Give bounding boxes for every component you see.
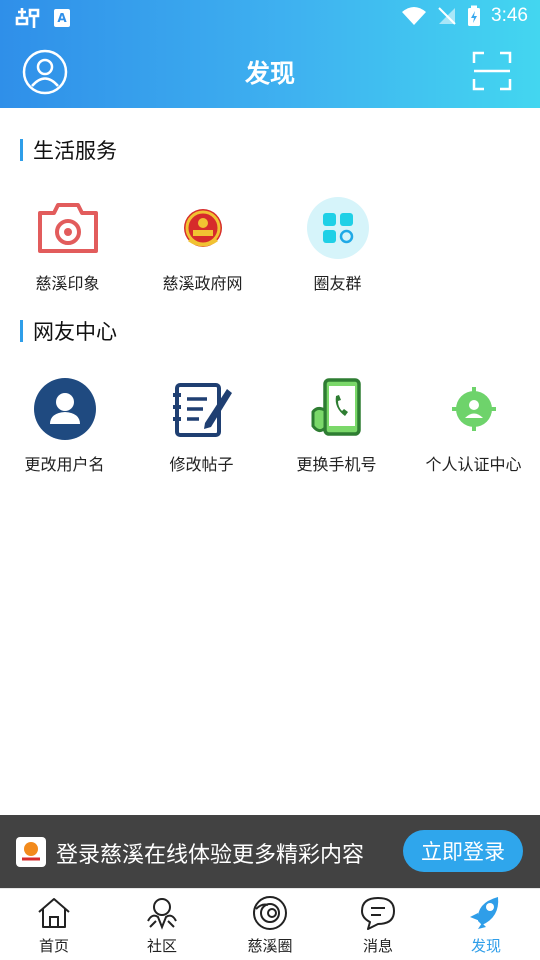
scan-button[interactable] — [472, 51, 512, 91]
circle-icon — [253, 896, 287, 930]
top-header: A 3:46 发现 — [0, 0, 540, 108]
battery-icon — [468, 5, 481, 26]
grid-item-friend-group[interactable]: 圈友群 — [270, 196, 405, 296]
tab-label: 慈溪圈 — [247, 937, 293, 955]
group-grid-icon — [306, 196, 370, 260]
camera-icon — [36, 196, 100, 260]
verify-user-icon — [442, 377, 506, 441]
grid-item-cixi-gov[interactable]: 慈溪政府网 — [135, 196, 270, 296]
tab-messages[interactable]: 消息 — [324, 889, 432, 960]
text-app-icon: A — [54, 9, 70, 27]
grid-item-edit-post[interactable]: 修改帖子 — [134, 377, 269, 477]
home-icon — [38, 898, 70, 928]
section-marker — [20, 320, 23, 342]
grid-item-label: 更换手机号 — [296, 455, 377, 474]
grid-item-change-username[interactable]: 更改用户名 — [0, 377, 132, 477]
grid-item-label: 修改帖子 — [169, 455, 234, 474]
section-user-center: 网友中心 — [20, 316, 117, 346]
grid-item-label: 慈溪政府网 — [162, 274, 243, 293]
tab-label: 首页 — [38, 937, 69, 955]
grid-item-verification-center[interactable]: 个人认证中心 — [406, 377, 540, 477]
no-signal-icon — [438, 7, 456, 25]
tab-label: 社区 — [146, 937, 177, 955]
rocket-icon — [470, 897, 499, 929]
clock: 3:46 — [491, 5, 528, 26]
bottom-tab-bar: 首页 社区 慈溪圈 消息 发现 — [0, 888, 540, 960]
grid-item-cixi-impression[interactable]: 慈溪印象 — [0, 196, 135, 296]
grid-item-label: 圈友群 — [313, 274, 362, 293]
app-logo-icon — [16, 837, 46, 867]
section-title: 网友中心 — [33, 320, 117, 344]
user-icon — [33, 377, 97, 441]
national-emblem-icon — [171, 196, 235, 260]
tab-cixi-circle[interactable]: 慈溪圈 — [216, 889, 324, 960]
tab-label: 发现 — [470, 937, 501, 955]
app-notification-icon — [15, 8, 40, 28]
grid-item-change-phone[interactable]: 更换手机号 — [269, 377, 404, 477]
login-button[interactable]: 立即登录 — [403, 830, 523, 872]
tab-home[interactable]: 首页 — [0, 889, 108, 960]
tab-discover[interactable]: 发现 — [432, 889, 540, 960]
edit-post-icon — [170, 377, 234, 441]
login-banner: 登录慈溪在线体验更多精彩内容 立即登录 — [0, 815, 540, 888]
section-life-services: 生活服务 — [20, 135, 117, 165]
page-title: 发现 — [244, 59, 295, 88]
phone-icon — [305, 377, 369, 441]
community-icon — [147, 898, 177, 930]
tab-community[interactable]: 社区 — [108, 889, 216, 960]
grid-item-label: 慈溪印象 — [35, 274, 100, 293]
wifi-icon — [402, 7, 427, 25]
message-icon — [361, 897, 395, 930]
login-prompt-text: 登录慈溪在线体验更多精彩内容 — [56, 843, 365, 868]
tab-label: 消息 — [362, 937, 393, 955]
grid-item-label: 个人认证中心 — [425, 455, 522, 474]
section-marker — [20, 139, 23, 161]
scan-icon — [472, 51, 512, 91]
section-title: 生活服务 — [33, 139, 117, 163]
status-bar: A 3:46 — [0, 0, 540, 36]
grid-item-label: 更改用户名 — [24, 455, 105, 474]
